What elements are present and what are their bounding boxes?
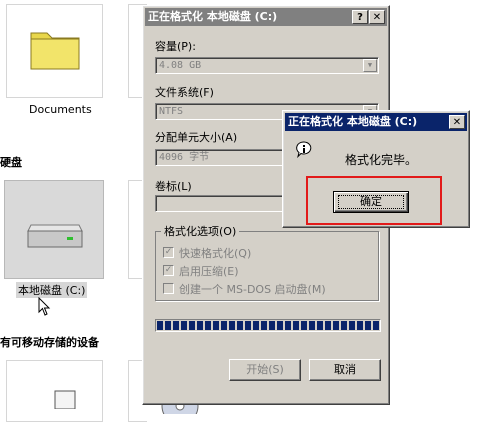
msdos-startup-label: 创建一个 MS-DOS 启动盘(M) (179, 283, 326, 296)
floppy-drive-icon (54, 390, 76, 409)
help-button[interactable]: ? (352, 10, 368, 24)
filesystem-label: 文件系统(F) (155, 86, 214, 99)
format-dialog-titlebar[interactable]: 正在格式化 本地磁盘 (C:) ? ✕ (145, 8, 387, 26)
capacity-select[interactable]: 4.08 GB ▼ (155, 57, 379, 74)
messagebox-close-button[interactable]: ✕ (449, 115, 465, 129)
allocation-size-label: 分配单元大小(A) (155, 131, 238, 144)
msdos-startup-checkbox[interactable] (163, 283, 174, 294)
highlight-box (306, 176, 442, 225)
quick-format-label: 快速格式化(Q) (179, 247, 252, 260)
format-dialog-title: 正在格式化 本地磁盘 (C:) (148, 10, 278, 23)
volume-label-label: 卷标(L) (155, 180, 192, 193)
format-progress-bar (155, 319, 381, 332)
messagebox-title: 正在格式化 本地磁盘 (C:) (288, 115, 418, 128)
hard-disks-header: 硬盘 (0, 156, 22, 169)
hard-drive-icon (27, 224, 83, 248)
documents-folder-tile[interactable] (6, 4, 103, 98)
messagebox-text: 格式化完毕。 (345, 153, 418, 167)
capacity-label: 容量(P): (155, 40, 196, 53)
quick-format-checkbox[interactable]: ✓ (163, 247, 174, 258)
enable-compression-checkbox[interactable]: ✓ (163, 265, 174, 276)
enable-compression-label: 启用压缩(E) (179, 265, 239, 278)
messagebox-titlebar[interactable]: 正在格式化 本地磁盘 (C:) ✕ (285, 113, 467, 131)
capacity-value: 4.08 GB (159, 60, 202, 71)
format-options-label: 格式化选项(O) (161, 223, 240, 239)
format-progress-fill (157, 321, 379, 330)
info-icon (296, 141, 312, 159)
chevron-down-icon[interactable]: ▼ (363, 59, 377, 72)
local-disk-label[interactable]: 本地磁盘 (C:) (16, 282, 88, 298)
local-disk-tile[interactable] (4, 180, 104, 279)
removable-device-tile[interactable] (6, 360, 103, 422)
documents-label: Documents (29, 103, 92, 116)
allocation-size-value: 4096 字节 (159, 152, 210, 163)
filesystem-value: NTFS (159, 106, 184, 117)
mouse-cursor-icon (38, 297, 51, 316)
cancel-button[interactable]: 取消 (309, 359, 381, 381)
close-button[interactable]: ✕ (369, 10, 385, 24)
folder-icon (30, 32, 80, 70)
start-button[interactable]: 开始(S) (229, 359, 301, 381)
removable-storage-header: 有可移动存储的设备 (0, 336, 99, 349)
